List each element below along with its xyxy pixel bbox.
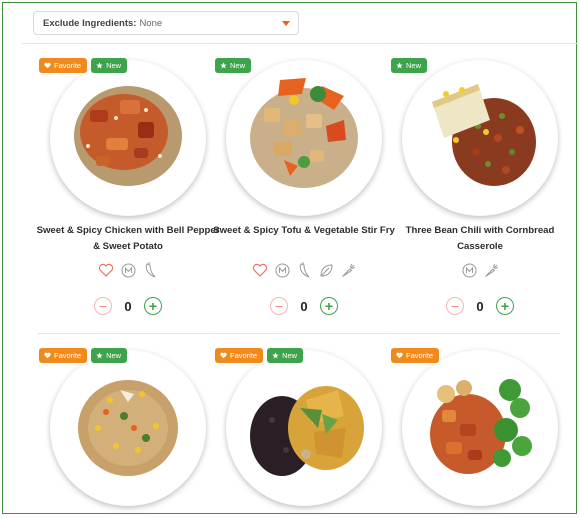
new-badge-label: New <box>406 61 422 70</box>
decrease-quantity-button[interactable]: − <box>446 297 464 315</box>
meal-image[interactable] <box>226 60 382 216</box>
favorite-badge: Favorite <box>39 58 88 73</box>
star-icon <box>396 62 403 69</box>
meal-title[interactable]: Sweet & Spicy Tofu & Vegetable Stir Fry <box>212 223 396 239</box>
pepper-icon <box>142 262 158 278</box>
heart-icon <box>44 352 51 359</box>
heart-icon <box>396 352 403 359</box>
meal-attribute-icons <box>398 262 562 278</box>
pepper-icon <box>296 262 312 278</box>
star-icon <box>96 352 103 359</box>
new-badge-label: New <box>106 351 122 360</box>
favorite-badge: Favorite <box>39 348 88 363</box>
new-badge-label: New <box>106 61 122 70</box>
divider <box>38 333 560 334</box>
new-badge: New <box>215 58 252 73</box>
heart-icon[interactable] <box>98 262 114 278</box>
decrease-quantity-button[interactable]: − <box>270 297 288 315</box>
new-badge: New <box>267 348 304 363</box>
decrease-quantity-button[interactable]: − <box>94 297 112 315</box>
quantity-value: 0 <box>124 298 132 314</box>
meal-image[interactable] <box>50 350 206 506</box>
star-icon <box>272 352 279 359</box>
favorite-badge-label: Favorite <box>230 351 258 360</box>
badge-group: Favorite <box>391 348 440 363</box>
meal-image[interactable] <box>50 60 206 216</box>
badge-group: New <box>215 58 252 73</box>
meal-title[interactable]: Three Bean Chili with Cornbread Casserol… <box>388 223 572 255</box>
meal-image[interactable] <box>402 60 558 216</box>
meal-image[interactable] <box>402 350 558 506</box>
favorite-badge: Favorite <box>215 348 264 363</box>
meal-title[interactable]: Sweet & Spicy Chicken with Bell Pepper &… <box>36 223 220 255</box>
badge-group: New <box>391 58 428 73</box>
carrot-icon <box>340 262 356 278</box>
quantity-stepper: − 0 + <box>398 297 562 315</box>
increase-quantity-button[interactable]: + <box>320 297 338 315</box>
heart-icon[interactable] <box>252 262 268 278</box>
new-badge: New <box>391 58 428 73</box>
badge-group: Favorite New <box>39 58 128 73</box>
star-icon <box>220 62 227 69</box>
exclude-ingredients-dropdown[interactable]: Exclude Ingredients: None <box>33 11 299 35</box>
new-badge: New <box>91 58 128 73</box>
new-badge: New <box>91 348 128 363</box>
meal-image[interactable] <box>226 350 382 506</box>
new-badge-label: New <box>282 351 298 360</box>
caret-down-icon <box>282 21 290 26</box>
badge-group: Favorite New <box>39 348 128 363</box>
favorite-badge-label: Favorite <box>406 351 434 360</box>
divider <box>22 43 577 44</box>
meal-attribute-icons <box>222 262 386 278</box>
favorite-badge-label: Favorite <box>54 351 82 360</box>
heart-icon <box>44 62 51 69</box>
leaf-icon <box>318 262 334 278</box>
m-badge-icon <box>274 262 290 278</box>
m-badge-icon <box>461 262 477 278</box>
filter-label: Exclude Ingredients: <box>43 17 137 29</box>
carrot-icon <box>483 262 499 278</box>
favorite-badge: Favorite <box>391 348 440 363</box>
quantity-stepper: − 0 + <box>222 297 386 315</box>
quantity-value: 0 <box>300 298 308 314</box>
badge-group: Favorite New <box>215 348 304 363</box>
favorite-badge-label: Favorite <box>54 61 82 70</box>
increase-quantity-button[interactable]: + <box>144 297 162 315</box>
quantity-value: 0 <box>476 298 484 314</box>
heart-icon <box>220 352 227 359</box>
quantity-stepper: − 0 + <box>46 297 210 315</box>
new-badge-label: New <box>230 61 246 70</box>
meal-attribute-icons <box>46 262 210 278</box>
star-icon <box>96 62 103 69</box>
m-badge-icon <box>120 262 136 278</box>
filter-value: None <box>139 17 163 29</box>
increase-quantity-button[interactable]: + <box>496 297 514 315</box>
